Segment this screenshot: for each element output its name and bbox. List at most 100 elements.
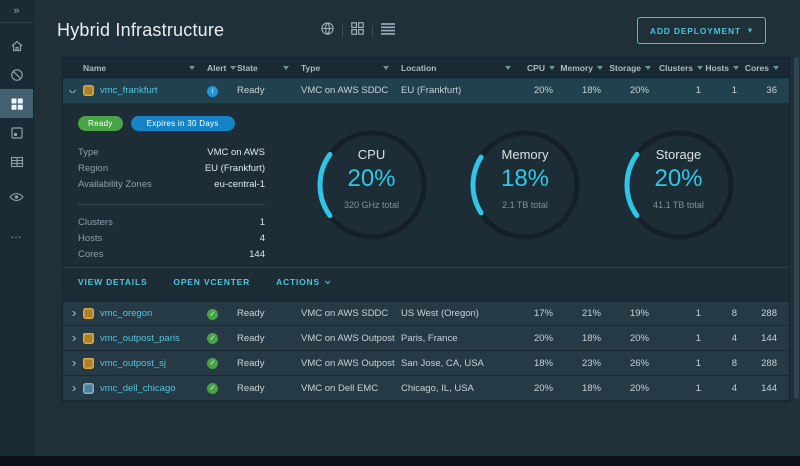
cpu-gauge: CPU 20% 320 GHz total (313, 126, 431, 244)
chevron-right-icon[interactable] (68, 360, 76, 366)
state-cell: Ready (237, 357, 265, 369)
deployment-name-link[interactable]: vmc_outpost_sj (100, 358, 166, 369)
table-row-vmc-outpost-paris[interactable]: vmc_outpost_paris ✓ Ready VMC on AWS Out… (63, 326, 789, 351)
card-view-icon[interactable] (350, 21, 365, 41)
gauge-label: Storage (655, 147, 702, 162)
chevron-right-icon[interactable] (68, 335, 76, 341)
actions-menu-link[interactable]: ACTIONS (276, 277, 331, 287)
clusters-cell: 1 (695, 357, 701, 369)
table-row-vmc-frankfurt[interactable]: vmc_frankfurt i Ready VMC on AWS SDDC EU… (63, 78, 789, 103)
gauge-value: 20% (654, 165, 703, 192)
storage-cell: 19% (629, 308, 649, 319)
deployment-name-link[interactable]: vmc_oregon (100, 308, 152, 319)
cpu-cell: 20% (533, 382, 553, 394)
state-cell: Ready (237, 382, 265, 394)
divider (372, 24, 374, 37)
memory-cell: 18% (581, 85, 601, 96)
location-cell: San Jose, CA, USA (401, 357, 484, 369)
cpu-cell: 20% (533, 332, 553, 344)
stat-label: Clusters (78, 217, 113, 228)
type-cell: VMC on AWS Outpost (301, 332, 395, 344)
storage-cell: 20% (629, 382, 649, 394)
field-value: eu-central-1 (214, 179, 265, 190)
alert-info-icon[interactable]: i (207, 85, 218, 97)
field-label: Region (78, 163, 109, 174)
cores-cell: 288 (761, 357, 777, 369)
field-label: Availability Zones (78, 179, 152, 190)
sidebar-item-panel[interactable] (0, 118, 33, 147)
alert-ok-icon[interactable]: ✓ (207, 333, 218, 344)
location-cell: Chicago, IL, USA (401, 382, 474, 394)
cores-cell: 288 (761, 308, 777, 319)
filter-icon[interactable] (597, 65, 603, 70)
gauge-value: 20% (347, 165, 396, 192)
gauge-total: 320 GHz total (343, 200, 400, 210)
filter-icon[interactable] (773, 65, 779, 70)
type-cell: VMC on AWS SDDC (301, 308, 389, 319)
chevron-down-icon[interactable] (68, 88, 76, 93)
panel-icon (10, 126, 24, 140)
filter-icon[interactable] (645, 65, 651, 70)
stat-label: Cores (78, 249, 104, 260)
type-cell: VMC on AWS Outpost (301, 357, 395, 369)
table-icon (10, 155, 24, 169)
chevron-right-icon[interactable] (68, 385, 76, 391)
cpu-cell: 20% (533, 85, 553, 96)
view-details-link[interactable]: VIEW DETAILS (78, 277, 147, 287)
ellipsis-icon: … (10, 226, 23, 241)
sidebar-item-more[interactable]: … (0, 219, 33, 248)
table-scrollbar[interactable] (794, 57, 799, 399)
table-row-vmc-oregon[interactable]: vmc_oregon ✓ Ready VMC on AWS SDDC US We… (63, 301, 789, 326)
type-cell: VMC on AWS SDDC (301, 85, 389, 96)
memory-gauge: Memory 18% 2.1 TB total (466, 126, 584, 244)
deployment-icon (83, 382, 94, 394)
deployment-icon (83, 308, 94, 319)
state-cell: Ready (237, 332, 265, 344)
sidebar-item-watch[interactable] (0, 182, 33, 211)
list-view-icon[interactable] (380, 21, 396, 40)
alert-ok-icon[interactable]: ✓ (207, 308, 218, 320)
sidebar-item-home[interactable] (0, 31, 33, 60)
deployment-name-link[interactable]: vmc_frankfurt (100, 85, 158, 96)
hosts-cell: 8 (731, 357, 737, 369)
type-cell: VMC on Dell EMC (301, 382, 379, 394)
gauge-value: 18% (500, 165, 550, 192)
divider (342, 24, 344, 37)
stat-value: 144 (249, 249, 265, 260)
deployment-name-link[interactable]: vmc_outpost_paris (100, 333, 180, 344)
sidebar-item-table[interactable] (0, 147, 33, 176)
storage-cell: 26% (629, 357, 649, 369)
filter-icon[interactable] (549, 65, 555, 70)
home-icon (10, 39, 24, 53)
filter-icon[interactable] (189, 65, 195, 70)
deployment-name-link[interactable]: vmc_dell_chicago (100, 383, 176, 394)
alert-ok-icon[interactable]: ✓ (207, 358, 218, 369)
open-vcenter-link[interactable]: OPEN VCENTER (173, 277, 250, 287)
expand-sidebar-icon[interactable]: » (0, 0, 33, 23)
storage-cell: 20% (629, 85, 649, 96)
filter-icon[interactable] (505, 65, 511, 70)
cpu-cell: 17% (533, 308, 553, 319)
hosts-cell: 4 (731, 382, 737, 394)
filter-icon[interactable] (697, 65, 703, 70)
gauge-total: 41.1 TB total (653, 200, 704, 210)
filter-icon[interactable] (383, 65, 389, 70)
utilization-gauges: CPU 20% 320 GHz total Memory 18% 2.1 TB tota… (277, 103, 789, 267)
filter-icon[interactable] (733, 65, 739, 70)
alert-ok-icon[interactable]: ✓ (207, 383, 218, 394)
storage-gauge: Storage 20% 41.1 TB total (620, 126, 738, 244)
add-deployment-button[interactable]: ADD DEPLOYMENT ▾ (636, 17, 766, 44)
memory-cell: 21% (581, 308, 601, 319)
gauge-label: CPU (357, 147, 386, 162)
filter-icon[interactable] (283, 65, 289, 70)
hosts-cell: 1 (731, 85, 737, 96)
location-cell: EU (Frankfurt) (401, 85, 462, 96)
table-row-vmc-outpost-sj[interactable]: vmc_outpost_sj ✓ Ready VMC on AWS Outpos… (63, 351, 789, 376)
sidebar-item-blocked[interactable] (0, 60, 33, 89)
globe-view-icon[interactable] (320, 21, 335, 41)
cores-cell: 36 (766, 85, 777, 96)
chevron-right-icon[interactable] (68, 311, 76, 316)
state-cell: Ready (237, 308, 265, 319)
table-row-vmc-dell-chicago[interactable]: vmc_dell_chicago ✓ Ready VMC on Dell EMC… (63, 376, 789, 401)
sidebar-item-infrastructure[interactable] (0, 89, 33, 118)
